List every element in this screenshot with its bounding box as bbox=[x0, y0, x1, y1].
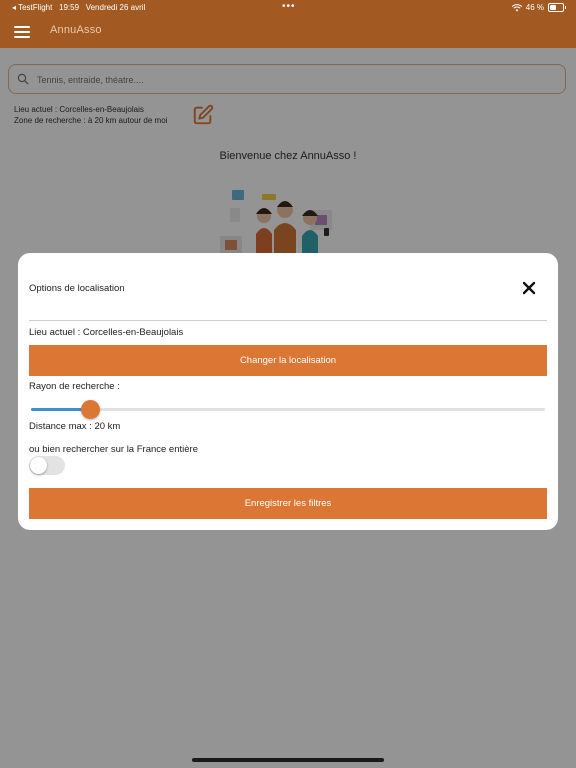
radius-slider-track[interactable] bbox=[31, 408, 545, 411]
toggle-knob bbox=[30, 457, 47, 474]
france-entiere-toggle[interactable] bbox=[29, 456, 65, 475]
status-time: 19:59 bbox=[59, 3, 80, 12]
distance-max-label: Distance max : 20 km bbox=[29, 421, 121, 432]
wifi-icon bbox=[511, 3, 522, 11]
home-indicator bbox=[192, 758, 384, 762]
status-right: 46 % bbox=[511, 3, 566, 12]
change-location-button[interactable]: Changer la localisation bbox=[29, 345, 547, 376]
save-filters-button[interactable]: Enregistrer les filtres bbox=[29, 488, 547, 519]
modal-current-location: Lieu actuel : Corcelles-en-Beaujolais bbox=[29, 327, 184, 338]
location-options-modal: Options de localisation Lieu actuel : Co… bbox=[18, 253, 558, 530]
france-entiere-label: ou bien rechercher sur la France entière bbox=[29, 444, 198, 455]
modal-divider bbox=[29, 320, 547, 321]
battery-level bbox=[550, 5, 556, 10]
radius-label: Rayon de recherche : bbox=[29, 381, 120, 392]
status-left: ◂ TestFlight 19:59 Vendredi 26 avril bbox=[12, 3, 145, 12]
battery-percent: 46 % bbox=[525, 3, 544, 12]
multitasking-dots[interactable]: ••• bbox=[282, 1, 296, 12]
radius-slider-thumb[interactable] bbox=[80, 400, 100, 419]
status-bar: ◂ TestFlight 19:59 Vendredi 26 avril •••… bbox=[0, 0, 576, 16]
battery-icon bbox=[548, 3, 566, 12]
modal-title: Options de localisation bbox=[29, 283, 125, 294]
hamburger-menu-icon[interactable] bbox=[14, 26, 30, 38]
app-title: AnnuAsso bbox=[50, 24, 102, 36]
status-date: Vendredi 26 avril bbox=[85, 3, 146, 12]
close-icon[interactable] bbox=[521, 280, 537, 296]
app-bar: AnnuAsso bbox=[0, 16, 576, 48]
testflight-back-link[interactable]: ◂ TestFlight bbox=[12, 3, 52, 12]
